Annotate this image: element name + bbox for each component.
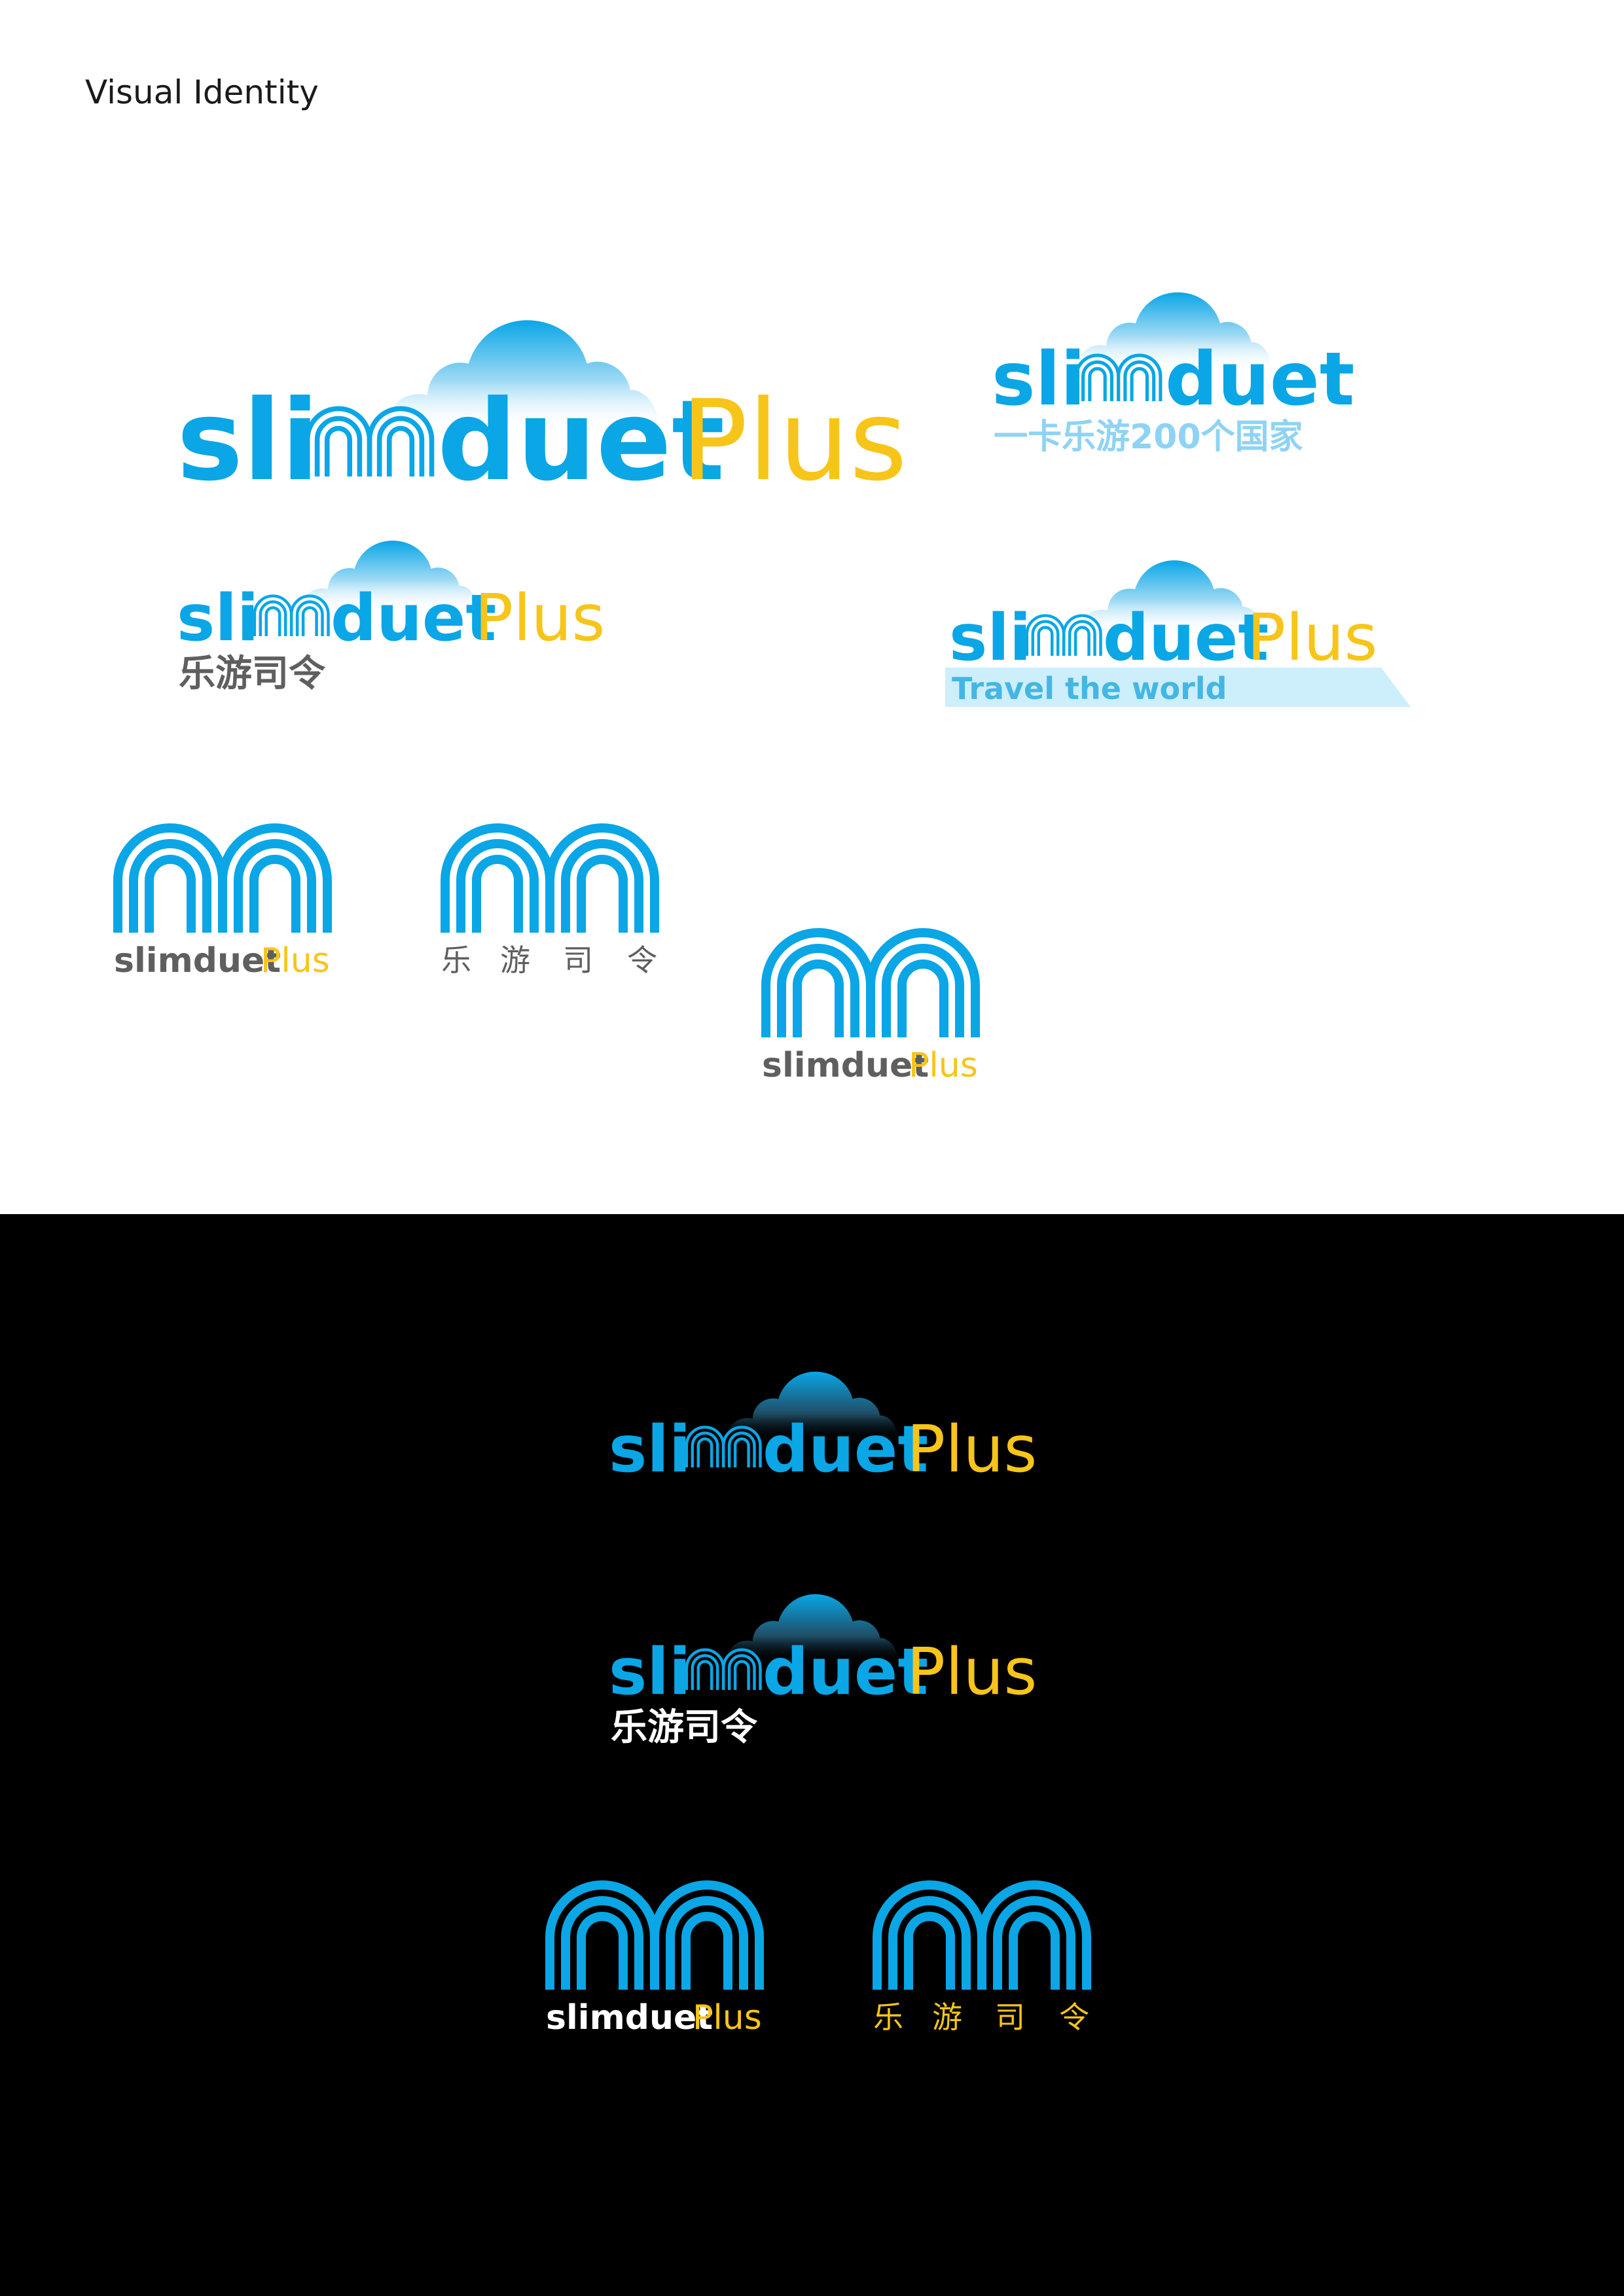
monogram-plus-text: Plus — [261, 941, 330, 980]
logo-plus-text: Plus — [475, 581, 605, 656]
logo-name-text: duet — [763, 1635, 928, 1710]
logo-primary-large: sli duet Plus — [170, 308, 907, 506]
tagline-text: Travel the world — [952, 671, 1227, 706]
logo-name-text: duet — [1103, 601, 1269, 675]
chinese-char-2: 游 — [932, 2000, 962, 2035]
m-arch-monogram-icon — [118, 828, 327, 933]
logo-prefix-text: sli — [609, 1635, 691, 1710]
logo-on-dark: sli duet Plus — [605, 1368, 1038, 1492]
monogram-english-on-dark: slimduet Plus — [543, 1878, 772, 2042]
page-title: Visual Identity — [85, 73, 319, 111]
logo-prefix-text: sli — [177, 581, 259, 656]
chinese-char-4: 令 — [627, 942, 657, 978]
m-arch-monogram-icon — [877, 1885, 1087, 1990]
chinese-char-1: 乐 — [441, 942, 471, 978]
logo-plus-text: Plus — [907, 1412, 1038, 1487]
chinese-char-1: 乐 — [873, 2000, 903, 2035]
logo-prefix-text: sli — [992, 337, 1085, 422]
logo-plus-text: Plus — [907, 1635, 1038, 1710]
logo-with-tagline: sli duet Plus Travel the world — [943, 556, 1414, 713]
m-arch-monogram-icon — [550, 1885, 759, 1990]
slogan-text: 一卡乐游200个国家 — [994, 418, 1303, 457]
logo-plus-text: Plus — [1247, 601, 1378, 675]
chinese-char-3: 司 — [563, 942, 593, 978]
chinese-name-text: 乐游司令 — [611, 1706, 758, 1749]
chinese-char-4: 令 — [1059, 2000, 1089, 2035]
monogram-plus-text: Plus — [693, 1998, 762, 2037]
chinese-char-2: 游 — [500, 942, 530, 978]
logo-plus-text: Plus — [681, 376, 907, 506]
monogram-plus-text: Plus — [909, 1046, 978, 1085]
monogram-name-text: slimduet — [762, 1046, 929, 1085]
logo-prefix-text: sli — [949, 601, 1032, 675]
logo-name-text: duet — [331, 581, 496, 656]
monogram-name-text: slimduet — [546, 1998, 713, 2037]
logo-name-text: duet — [763, 1412, 928, 1487]
logo-with-slogan: sli duet 一卡乐游200个国家 — [988, 288, 1355, 465]
monogram-english-alt: slimduet Plus — [759, 926, 988, 1090]
chinese-name-text: 乐游司令 — [179, 653, 326, 695]
logo-name-text: duet — [1165, 337, 1354, 422]
logo-with-chinese-name: sli duet Plus 乐游司令 — [173, 537, 605, 700]
monogram-chinese: 乐 游 司 令 — [439, 821, 668, 985]
chinese-char-3: 司 — [995, 2000, 1025, 2035]
m-arch-monogram-icon — [445, 828, 655, 933]
logo-prefix-text: sli — [609, 1412, 691, 1487]
monogram-chinese-on-dark: 乐 游 司 令 — [871, 1878, 1100, 2042]
monogram-name-text: slimduet — [114, 941, 281, 980]
logo-prefix-text: sli — [177, 376, 319, 506]
monogram-english: slimduet Plus — [111, 821, 340, 985]
logo-on-dark-with-chinese-name: sli duet Plus 乐游司令 — [605, 1590, 1038, 1754]
m-arch-monogram-icon — [766, 933, 975, 1037]
